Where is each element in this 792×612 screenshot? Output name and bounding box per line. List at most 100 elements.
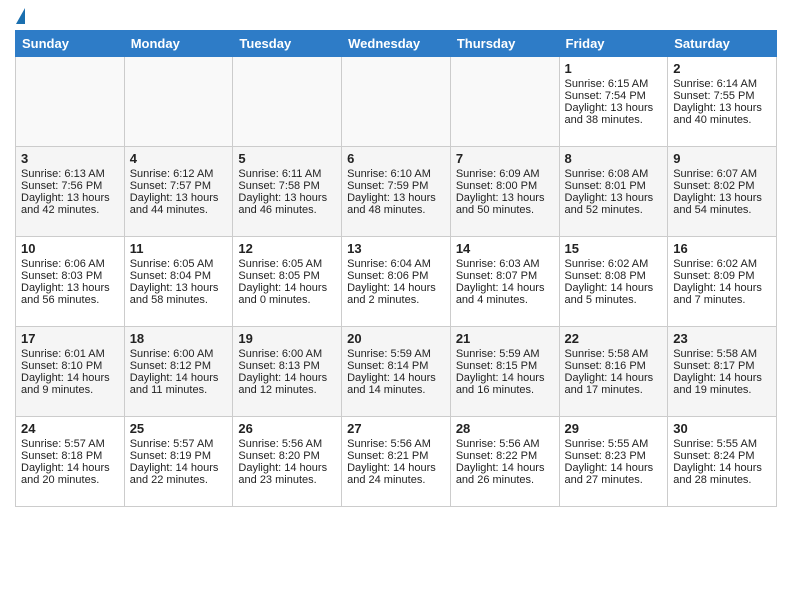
day-number: 3 — [21, 151, 119, 166]
calendar-cell: 9 Sunrise: 6:07 AM Sunset: 8:02 PM Dayli… — [668, 147, 777, 237]
day-number: 18 — [130, 331, 228, 346]
day-number: 12 — [238, 241, 336, 256]
sunset-label: Sunset: 8:10 PM — [21, 360, 102, 372]
sunset-label: Sunset: 7:59 PM — [347, 180, 428, 192]
day-number: 16 — [673, 241, 771, 256]
calendar-cell: 7 Sunrise: 6:09 AM Sunset: 8:00 PM Dayli… — [450, 147, 559, 237]
daylight-label: Daylight: 14 hours and 23 minutes. — [238, 462, 327, 486]
calendar-week-1: 1 Sunrise: 6:15 AM Sunset: 7:54 PM Dayli… — [16, 57, 777, 147]
day-number: 25 — [130, 421, 228, 436]
day-number: 8 — [565, 151, 663, 166]
calendar-cell: 14 Sunrise: 6:03 AM Sunset: 8:07 PM Dayl… — [450, 237, 559, 327]
day-number: 24 — [21, 421, 119, 436]
sunset-label: Sunset: 8:24 PM — [673, 450, 754, 462]
day-number: 27 — [347, 421, 445, 436]
daylight-label: Daylight: 14 hours and 17 minutes. — [565, 372, 654, 396]
day-number: 23 — [673, 331, 771, 346]
day-number: 13 — [347, 241, 445, 256]
daylight-label: Daylight: 14 hours and 12 minutes. — [238, 372, 327, 396]
calendar-week-2: 3 Sunrise: 6:13 AM Sunset: 7:56 PM Dayli… — [16, 147, 777, 237]
daylight-label: Daylight: 14 hours and 2 minutes. — [347, 282, 436, 306]
sunrise-label: Sunrise: 5:56 AM — [456, 438, 540, 450]
calendar-cell: 24 Sunrise: 5:57 AM Sunset: 8:18 PM Dayl… — [16, 417, 125, 507]
sunrise-label: Sunrise: 5:57 AM — [130, 438, 214, 450]
calendar-cell: 12 Sunrise: 6:05 AM Sunset: 8:05 PM Dayl… — [233, 237, 342, 327]
calendar-cell: 17 Sunrise: 6:01 AM Sunset: 8:10 PM Dayl… — [16, 327, 125, 417]
sunrise-label: Sunrise: 6:05 AM — [130, 258, 214, 270]
sunrise-label: Sunrise: 6:00 AM — [238, 348, 322, 360]
calendar-cell — [16, 57, 125, 147]
calendar-cell: 15 Sunrise: 6:02 AM Sunset: 8:08 PM Dayl… — [559, 237, 668, 327]
day-number: 6 — [347, 151, 445, 166]
sunrise-label: Sunrise: 5:57 AM — [21, 438, 105, 450]
calendar-cell: 4 Sunrise: 6:12 AM Sunset: 7:57 PM Dayli… — [124, 147, 233, 237]
day-number: 5 — [238, 151, 336, 166]
daylight-label: Daylight: 14 hours and 7 minutes. — [673, 282, 762, 306]
logo-triangle-icon — [16, 8, 25, 24]
sunrise-label: Sunrise: 6:05 AM — [238, 258, 322, 270]
calendar-cell: 20 Sunrise: 5:59 AM Sunset: 8:14 PM Dayl… — [342, 327, 451, 417]
sunset-label: Sunset: 8:23 PM — [565, 450, 646, 462]
day-number: 15 — [565, 241, 663, 256]
sunrise-label: Sunrise: 6:11 AM — [238, 168, 321, 180]
calendar-cell: 27 Sunrise: 5:56 AM Sunset: 8:21 PM Dayl… — [342, 417, 451, 507]
sunset-label: Sunset: 8:05 PM — [238, 270, 319, 282]
sunset-label: Sunset: 8:20 PM — [238, 450, 319, 462]
daylight-label: Daylight: 14 hours and 11 minutes. — [130, 372, 219, 396]
calendar-cell — [233, 57, 342, 147]
sunrise-label: Sunrise: 5:58 AM — [565, 348, 649, 360]
calendar-cell: 21 Sunrise: 5:59 AM Sunset: 8:15 PM Dayl… — [450, 327, 559, 417]
sunset-label: Sunset: 8:19 PM — [130, 450, 211, 462]
sunset-label: Sunset: 8:02 PM — [673, 180, 754, 192]
sunset-label: Sunset: 7:56 PM — [21, 180, 102, 192]
sunset-label: Sunset: 8:14 PM — [347, 360, 428, 372]
sunrise-label: Sunrise: 6:15 AM — [565, 78, 649, 90]
daylight-label: Daylight: 14 hours and 20 minutes. — [21, 462, 110, 486]
sunrise-label: Sunrise: 5:59 AM — [456, 348, 540, 360]
sunset-label: Sunset: 8:00 PM — [456, 180, 537, 192]
sunset-label: Sunset: 8:06 PM — [347, 270, 428, 282]
sunrise-label: Sunrise: 6:13 AM — [21, 168, 105, 180]
calendar-header-row: SundayMondayTuesdayWednesdayThursdayFrid… — [16, 31, 777, 57]
sunrise-label: Sunrise: 5:58 AM — [673, 348, 757, 360]
sunrise-label: Sunrise: 6:09 AM — [456, 168, 540, 180]
sunrise-label: Sunrise: 5:56 AM — [347, 438, 431, 450]
sunset-label: Sunset: 8:18 PM — [21, 450, 102, 462]
sunrise-label: Sunrise: 6:06 AM — [21, 258, 105, 270]
calendar-cell: 26 Sunrise: 5:56 AM Sunset: 8:20 PM Dayl… — [233, 417, 342, 507]
header-saturday: Saturday — [668, 31, 777, 57]
daylight-label: Daylight: 14 hours and 4 minutes. — [456, 282, 545, 306]
daylight-label: Daylight: 13 hours and 56 minutes. — [21, 282, 110, 306]
sunrise-label: Sunrise: 5:55 AM — [673, 438, 757, 450]
daylight-label: Daylight: 14 hours and 5 minutes. — [565, 282, 654, 306]
calendar-cell: 6 Sunrise: 6:10 AM Sunset: 7:59 PM Dayli… — [342, 147, 451, 237]
sunset-label: Sunset: 8:07 PM — [456, 270, 537, 282]
sunrise-label: Sunrise: 6:00 AM — [130, 348, 214, 360]
day-number: 19 — [238, 331, 336, 346]
day-number: 4 — [130, 151, 228, 166]
sunrise-label: Sunrise: 6:03 AM — [456, 258, 540, 270]
header-wednesday: Wednesday — [342, 31, 451, 57]
day-number: 21 — [456, 331, 554, 346]
day-number: 10 — [21, 241, 119, 256]
sunrise-label: Sunrise: 6:10 AM — [347, 168, 431, 180]
calendar-cell: 3 Sunrise: 6:13 AM Sunset: 7:56 PM Dayli… — [16, 147, 125, 237]
calendar-cell: 1 Sunrise: 6:15 AM Sunset: 7:54 PM Dayli… — [559, 57, 668, 147]
calendar-cell: 8 Sunrise: 6:08 AM Sunset: 8:01 PM Dayli… — [559, 147, 668, 237]
sunrise-label: Sunrise: 5:55 AM — [565, 438, 649, 450]
sunset-label: Sunset: 7:55 PM — [673, 90, 754, 102]
calendar-cell — [342, 57, 451, 147]
day-number: 17 — [21, 331, 119, 346]
calendar-week-4: 17 Sunrise: 6:01 AM Sunset: 8:10 PM Dayl… — [16, 327, 777, 417]
calendar-table: SundayMondayTuesdayWednesdayThursdayFrid… — [15, 30, 777, 507]
calendar-cell: 25 Sunrise: 5:57 AM Sunset: 8:19 PM Dayl… — [124, 417, 233, 507]
calendar-cell: 2 Sunrise: 6:14 AM Sunset: 7:55 PM Dayli… — [668, 57, 777, 147]
header-friday: Friday — [559, 31, 668, 57]
day-number: 7 — [456, 151, 554, 166]
calendar-cell: 19 Sunrise: 6:00 AM Sunset: 8:13 PM Dayl… — [233, 327, 342, 417]
day-number: 26 — [238, 421, 336, 436]
sunset-label: Sunset: 8:21 PM — [347, 450, 428, 462]
sunrise-label: Sunrise: 6:04 AM — [347, 258, 431, 270]
header-thursday: Thursday — [450, 31, 559, 57]
sunrise-label: Sunrise: 6:07 AM — [673, 168, 757, 180]
